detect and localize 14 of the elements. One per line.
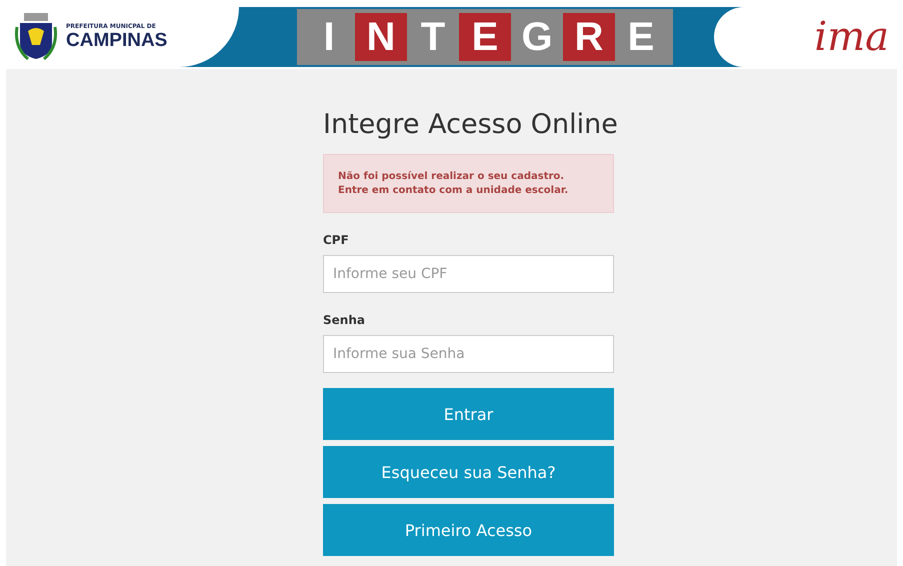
action-button[interactable]: Esqueceu sua Senha? (323, 446, 614, 498)
action-button[interactable]: Entrar (323, 388, 614, 440)
page-title: Integre Acesso Online (323, 109, 614, 140)
product-logo: I N T E G R E (297, 9, 673, 65)
input-field[interactable]: Informe sua Senha (323, 335, 614, 373)
alert-message: Entre em contato com a unidade escolar. (338, 184, 570, 198)
partner-logo: ima (814, 14, 889, 60)
field-label: Senha (323, 313, 366, 327)
city-name: CAMPINAS (66, 30, 168, 52)
alert-message: Não foi possível realizar o seu cadastro. (338, 170, 566, 184)
field-label: CPF (323, 233, 350, 247)
coat-of-arms-icon (14, 11, 58, 63)
input-field[interactable]: Informe seu CPF (323, 255, 614, 293)
action-button[interactable]: Primeiro Acesso (323, 504, 614, 556)
